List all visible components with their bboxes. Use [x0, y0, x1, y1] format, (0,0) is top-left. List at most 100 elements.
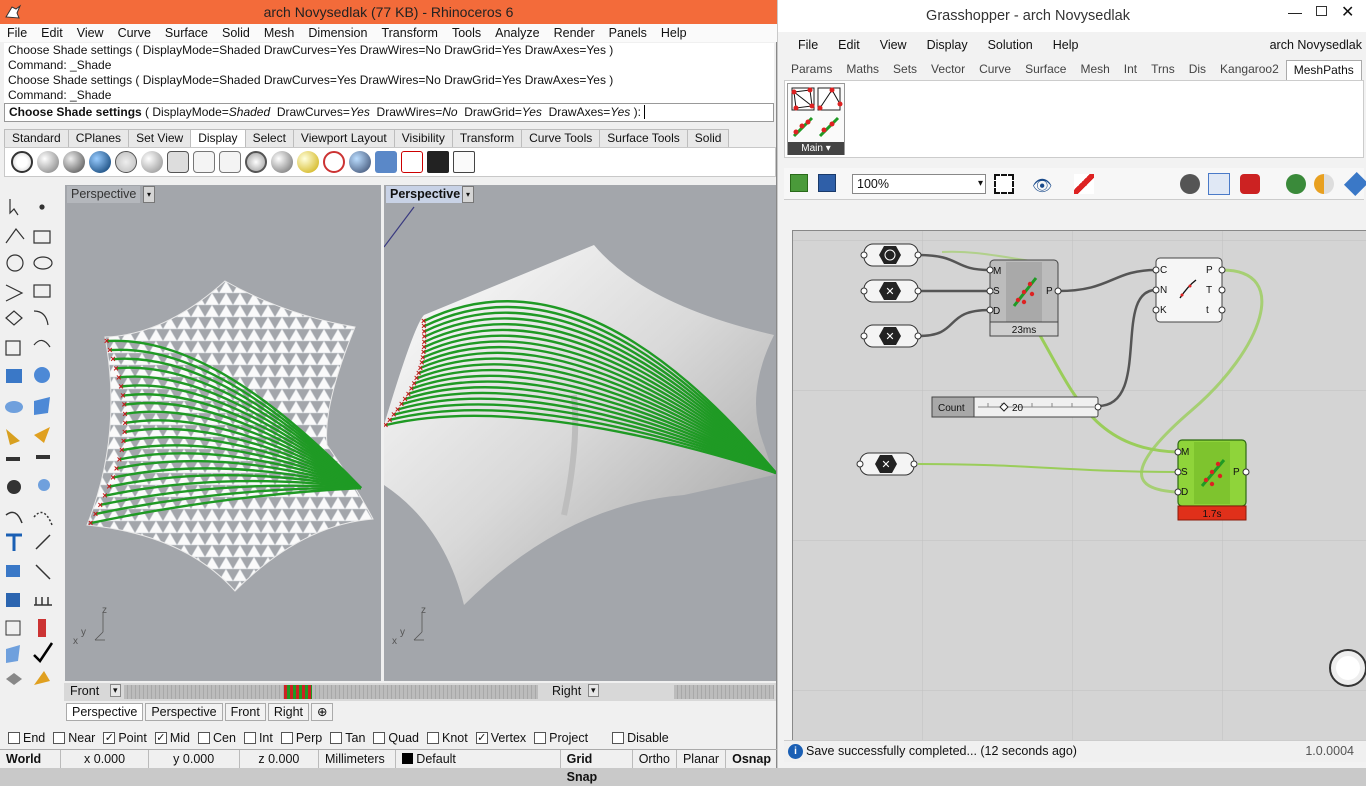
menu-transform[interactable]: Transform [374, 24, 445, 42]
zoom-select[interactable]: 100% ▾ [852, 174, 986, 194]
option-drawcurves[interactable]: DrawCurves=Yes [277, 105, 370, 119]
artistic-icon[interactable] [193, 151, 215, 173]
chevron-down-icon[interactable]: ▾ [110, 684, 121, 697]
osnap-perp[interactable]: Perp [280, 731, 322, 745]
preview-selected-icon[interactable] [1240, 174, 1260, 194]
save-icon[interactable] [818, 174, 836, 192]
command-prompt[interactable]: Choose Shade settings ( DisplayMode=Shad… [4, 103, 774, 122]
grid-snap-toggle[interactable]: Grid Snap [561, 750, 633, 784]
viewtab-perspective-2[interactable]: Perspective [145, 703, 223, 721]
checkbox[interactable] [534, 732, 547, 744]
checkbox[interactable] [280, 732, 293, 744]
texture-icon[interactable] [375, 151, 397, 173]
menu-edit[interactable]: Edit [34, 24, 70, 42]
no-texture-icon[interactable] [401, 151, 423, 173]
menu-surface[interactable]: Surface [158, 24, 215, 42]
gh-tab-trns[interactable]: Trns [1144, 60, 1182, 80]
osnap-mid[interactable]: ✓ Mid [154, 731, 190, 745]
osnap-disable[interactable]: Disable [612, 731, 669, 745]
gh-menu-display[interactable]: Display [917, 36, 978, 54]
globe-icon[interactable] [245, 151, 267, 173]
gh-tab-dis[interactable]: Dis [1182, 60, 1213, 80]
ribbon-group-label[interactable]: Main ▾ [788, 142, 844, 155]
chevron-down-icon[interactable]: ▾ [588, 684, 599, 697]
checkbox[interactable] [427, 732, 439, 744]
tool-palette-graphic[interactable] [0, 185, 62, 705]
rendered-icon[interactable] [63, 151, 85, 173]
shortest-path-component[interactable]: M S D P 23ms [986, 259, 1062, 337]
mini-view-right-strip[interactable] [674, 685, 774, 699]
solution-icon[interactable] [1343, 171, 1366, 197]
checkbox[interactable] [198, 732, 210, 744]
tab-set-view[interactable]: Set View [128, 129, 192, 147]
checkbox[interactable] [243, 732, 256, 744]
sphere-icon[interactable] [271, 151, 293, 173]
sketch-icon[interactable] [1074, 174, 1094, 194]
tab-display[interactable]: Display [190, 129, 246, 147]
gh-menu-solution[interactable]: Solution [978, 36, 1043, 54]
gh-tab-meshpaths[interactable]: MeshPaths [1285, 60, 1362, 80]
command-history[interactable]: Choose Shade settings ( DisplayMode=Shad… [4, 43, 774, 103]
end-point-param-2[interactable]: ✕ [856, 452, 918, 476]
wireframe-icon[interactable] [11, 151, 33, 173]
menu-panels[interactable]: Panels [602, 24, 654, 42]
gh-tab-maths[interactable]: Maths [839, 60, 886, 80]
menu-help[interactable]: Help [654, 24, 694, 42]
osnap-vertex[interactable]: ✓ Vertex [475, 731, 526, 745]
tab-solid[interactable]: Solid [686, 129, 730, 147]
option-drawaxes[interactable]: DrawAxes=Yes [549, 105, 631, 119]
tab-visibility[interactable]: Visibility [393, 129, 453, 147]
menu-curve[interactable]: Curve [111, 24, 158, 42]
gh-canvas[interactable]: ✕ ✕ ✕ M S D P 23ms C N K P T t Count 20 … [792, 230, 1366, 740]
menu-render[interactable]: Render [547, 24, 602, 42]
checkbox[interactable] [330, 732, 343, 744]
viewtab-front[interactable]: Front [224, 703, 266, 721]
tab-curve-tools[interactable]: Curve Tools [521, 129, 601, 147]
canvas-navigation-icon[interactable] [1329, 649, 1366, 687]
checkbox[interactable]: ✓ [154, 732, 167, 744]
gh-menu-file[interactable]: File [788, 36, 828, 54]
preview-eye-icon[interactable]: 👁 [1032, 176, 1052, 196]
divide-curve-component[interactable]: C N K P T t [1152, 257, 1226, 323]
osnap-int[interactable]: Int [243, 731, 273, 745]
preview-mode-icon[interactable] [1180, 174, 1200, 194]
planar-toggle[interactable]: Planar [677, 750, 727, 768]
add-viewport-icon[interactable]: ⊕ [311, 703, 334, 721]
minimize-icon[interactable]: — [1288, 4, 1302, 20]
shaded-icon[interactable] [37, 151, 59, 173]
gh-tab-int[interactable]: Int [1117, 60, 1144, 80]
mini-view-right-label[interactable]: Right [552, 684, 581, 698]
render-blue-icon[interactable] [89, 151, 111, 173]
layer-indicator[interactable]: Default [396, 750, 561, 768]
gh-tab-surface[interactable]: Surface [1018, 60, 1073, 80]
box-icon[interactable] [453, 151, 475, 173]
gh-tab-sets[interactable]: Sets [886, 60, 924, 80]
light-icon[interactable] [297, 151, 319, 173]
option-drawgrid[interactable]: DrawGrid=Yes [464, 105, 542, 119]
xray-icon[interactable] [141, 151, 163, 173]
gh-menu-help[interactable]: Help [1043, 36, 1089, 54]
tab-transform[interactable]: Transform [451, 129, 523, 147]
menu-dimension[interactable]: Dimension [301, 24, 374, 42]
osnap-end[interactable]: End [8, 731, 45, 745]
tab-cplanes[interactable]: CPlanes [67, 129, 130, 147]
tab-select[interactable]: Select [244, 129, 294, 147]
option-displaymode[interactable]: DisplayMode=Shaded [152, 105, 270, 119]
open-file-icon[interactable] [790, 174, 808, 192]
checkbox[interactable] [612, 732, 625, 744]
mesh-param[interactable] [860, 243, 922, 267]
cplane-indicator[interactable]: World [0, 750, 62, 768]
checkbox[interactable] [8, 732, 20, 744]
tab-surface-tools[interactable]: Surface Tools [599, 129, 688, 147]
target-icon[interactable] [323, 151, 345, 173]
viewtab-perspective[interactable]: Perspective [66, 703, 144, 721]
count-slider[interactable]: Count 20 [931, 396, 1102, 418]
checkbox[interactable]: ✓ [475, 732, 488, 744]
osnap-project[interactable]: Project [534, 731, 588, 745]
checkbox[interactable]: ✓ [103, 732, 116, 744]
gh-tab-mesh[interactable]: Mesh [1073, 60, 1116, 80]
start-points-param[interactable]: ✕ [860, 279, 922, 303]
mini-view-front-strip[interactable] [124, 685, 538, 699]
checkbox[interactable] [53, 732, 66, 744]
viewport-perspective-left[interactable]: × × × × × × × × × × × × × × × × × × × × × x y z Perspective … [65, 185, 381, 681]
